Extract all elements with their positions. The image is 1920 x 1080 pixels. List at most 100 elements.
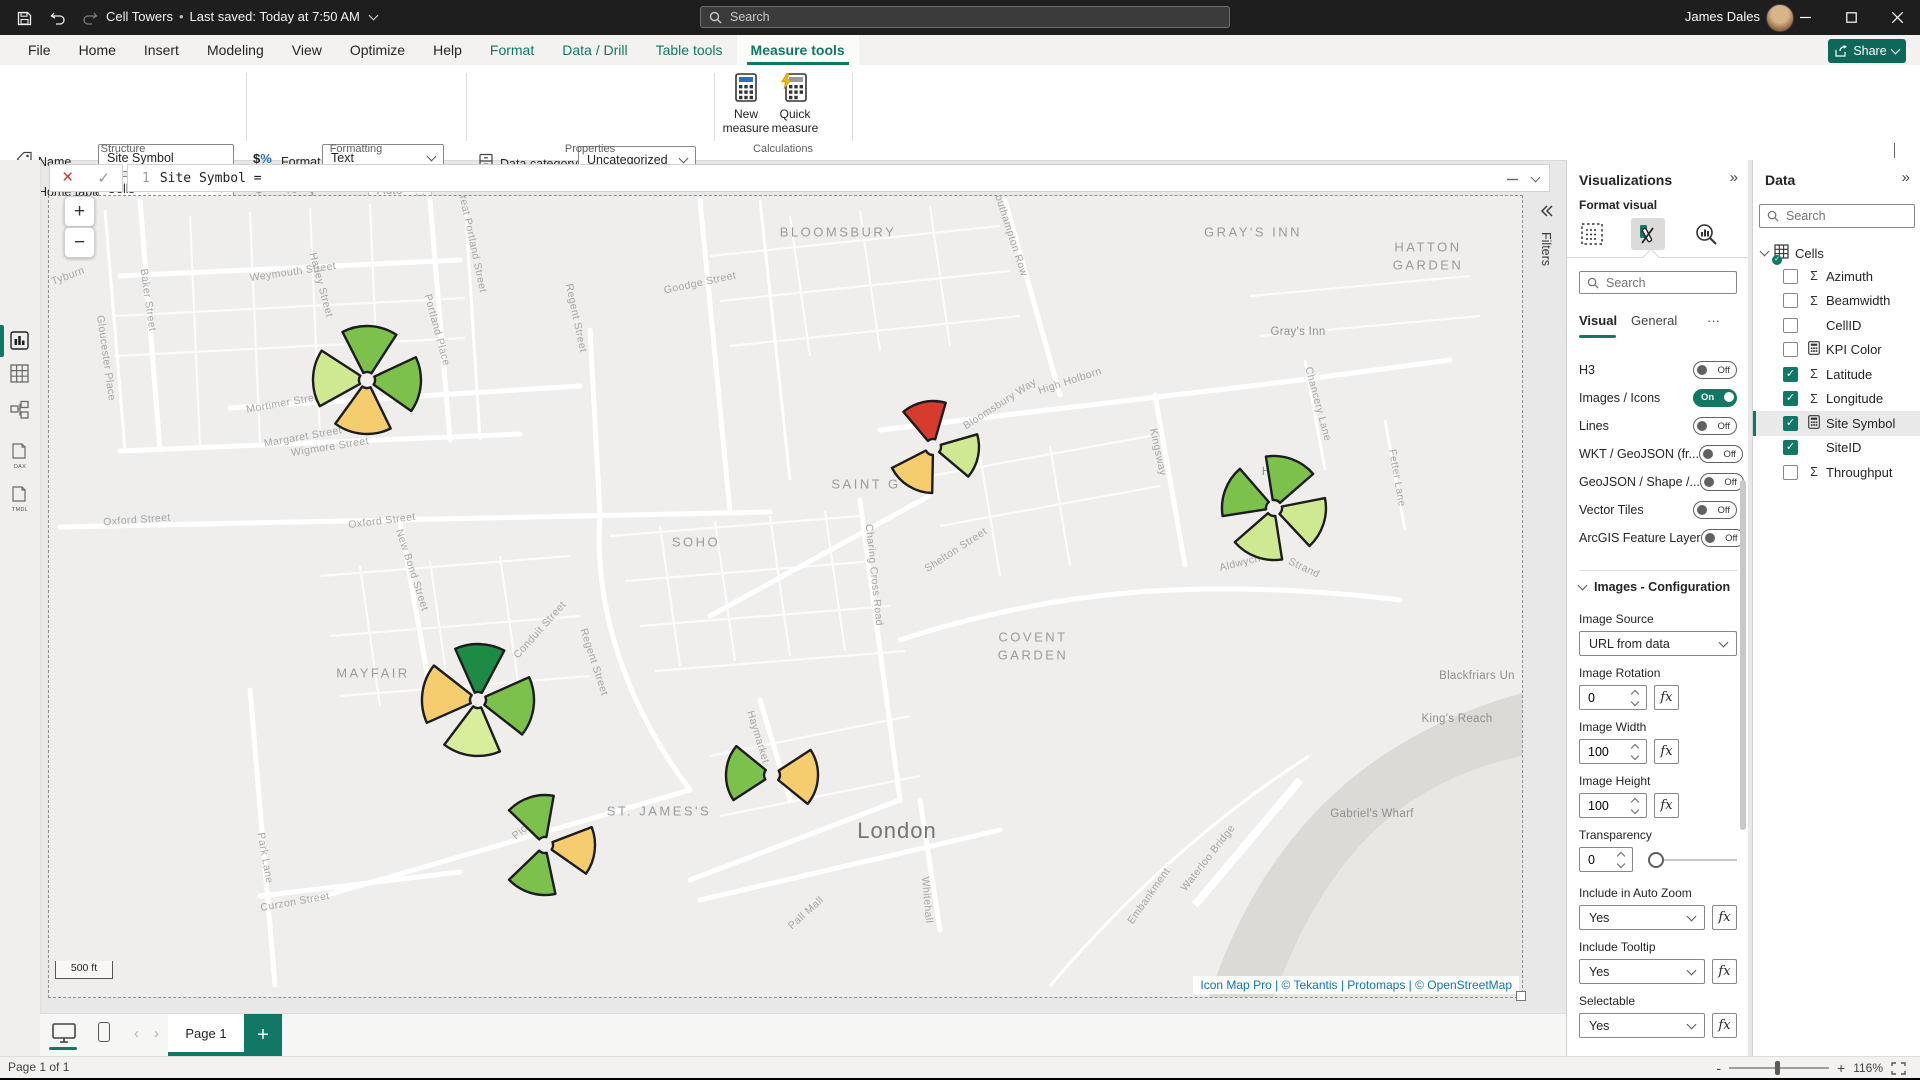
visual-resize-handle[interactable]	[1516, 991, 1526, 1001]
expand-filters-icon[interactable]	[1539, 204, 1555, 218]
table-view-icon[interactable]	[10, 364, 30, 384]
sector-wedge[interactable]	[778, 750, 818, 804]
sector-wedge[interactable]	[903, 401, 945, 441]
transparency-slider[interactable]	[1648, 852, 1737, 868]
previous-page-icon[interactable]: ‹	[134, 1025, 139, 1042]
checkbox-checked[interactable]: ✓	[1783, 391, 1798, 406]
dax-query-view-icon[interactable]: DAX	[10, 443, 30, 463]
sector-wedge[interactable]	[1235, 513, 1282, 560]
model-view-icon[interactable]	[10, 400, 30, 420]
zoom-slider-handle[interactable]	[1775, 1061, 1780, 1075]
document-title[interactable]: Cell Towers • Last saved: Today at 7:50 …	[106, 9, 377, 24]
cancel-formula-icon[interactable]: ×	[62, 168, 73, 187]
toggle-off[interactable]: Off	[1700, 473, 1744, 491]
format-visual-icon[interactable]	[1631, 218, 1665, 250]
config-number-input[interactable]: 100	[1579, 739, 1647, 764]
ribbon-tab-format[interactable]: Format	[476, 35, 548, 65]
field-row-kpi-color[interactable]: KPI Color	[1753, 338, 1920, 363]
ribbon-tab-optimize[interactable]: Optimize	[336, 35, 419, 65]
checkbox-unchecked[interactable]	[1783, 465, 1798, 480]
toggle-off[interactable]: Off	[1701, 529, 1745, 547]
page-tab[interactable]: Page 1	[168, 1014, 244, 1056]
checkbox-unchecked[interactable]	[1783, 318, 1798, 333]
minimize-button[interactable]	[1782, 0, 1828, 35]
redo-icon[interactable]	[80, 8, 100, 28]
toggle-on[interactable]: On	[1693, 389, 1737, 407]
ribbon-tab-measure-tools[interactable]: Measure tools	[737, 35, 859, 65]
ribbon-tab-file[interactable]: File	[14, 35, 65, 65]
filters-pane-collapsed[interactable]: Filters	[1531, 196, 1563, 997]
formula-bar[interactable]: 1 Site Symbol =	[127, 164, 1550, 192]
config-dropdown[interactable]: Yes	[1579, 905, 1705, 930]
icon-map-visual[interactable]: BLOOMSBURYGRAY'S INNHATTONGARDENGray's I…	[49, 196, 1522, 997]
sector-wedge[interactable]	[374, 357, 421, 411]
cell-tower-site-marker[interactable]	[313, 326, 421, 434]
sector-wedge[interactable]	[892, 451, 933, 493]
map-zoom-out-button[interactable]: −	[64, 227, 95, 258]
add-page-button[interactable]: +	[244, 1014, 282, 1056]
config-dropdown[interactable]: Yes	[1579, 959, 1705, 984]
field-row-siteid[interactable]: ✓SiteID	[1753, 436, 1920, 461]
checkbox-unchecked[interactable]	[1783, 293, 1798, 308]
zoom-slider[interactable]	[1729, 1067, 1829, 1069]
cell-tower-site-marker[interactable]	[726, 746, 818, 804]
fx-button[interactable]: fx	[1712, 1013, 1737, 1038]
map-zoom-in-button[interactable]: +	[64, 196, 95, 227]
config-number-input[interactable]: 100	[1579, 793, 1647, 818]
sector-wedge[interactable]	[1222, 469, 1269, 516]
sector-wedge[interactable]	[343, 326, 397, 373]
config-number-input[interactable]: 0	[1579, 685, 1647, 710]
collapse-panel-icon[interactable]: »	[1730, 169, 1738, 186]
expand-formula-bar-icon[interactable]	[1531, 173, 1541, 183]
tmdl-view-icon[interactable]: TMDL	[10, 486, 30, 506]
field-row-latitude[interactable]: ✓ΣLatitude	[1753, 362, 1920, 387]
ribbon-tab-modeling[interactable]: Modeling	[193, 35, 278, 65]
ribbon-tab-home[interactable]: Home	[65, 35, 130, 65]
next-page-icon[interactable]: ›	[154, 1025, 159, 1042]
sector-wedge[interactable]	[726, 746, 766, 800]
sector-wedge[interactable]	[509, 795, 554, 839]
ribbon-tab-table-tools[interactable]: Table tools	[642, 35, 737, 65]
build-visual-icon[interactable]	[1575, 218, 1609, 250]
sector-wedge[interactable]	[444, 706, 500, 756]
checkbox-unchecked[interactable]	[1783, 342, 1798, 357]
fx-button[interactable]: fx	[1712, 905, 1737, 930]
field-row-throughput[interactable]: ΣThroughput	[1753, 460, 1920, 485]
ribbon-tab-insert[interactable]: Insert	[130, 35, 193, 65]
tab-general[interactable]: General	[1631, 313, 1677, 328]
ribbon-tab-data-drill[interactable]: Data / Drill	[548, 35, 641, 65]
checkbox-checked[interactable]: ✓	[1783, 367, 1798, 382]
data-search-input[interactable]: Search	[1759, 204, 1915, 228]
cell-tower-site-marker[interactable]	[422, 644, 534, 756]
field-row-beamwidth[interactable]: ΣBeamwidth	[1753, 289, 1920, 314]
cell-tower-site-marker[interactable]	[509, 795, 595, 895]
fx-button[interactable]: fx	[1654, 739, 1679, 764]
checkbox-checked[interactable]: ✓	[1783, 416, 1798, 431]
share-button[interactable]: Share	[1828, 39, 1906, 63]
toggle-off[interactable]: Off	[1693, 417, 1737, 435]
commit-formula-icon[interactable]: ✓	[97, 169, 110, 187]
save-icon[interactable]	[14, 8, 34, 28]
sector-wedge[interactable]	[1266, 456, 1313, 503]
table-node-cells[interactable]: ✓ Cells	[1761, 244, 1824, 262]
tab-more[interactable]: ···	[1707, 313, 1720, 328]
field-row-cellid[interactable]: CellID	[1753, 313, 1920, 338]
fit-to-page-icon[interactable]	[1891, 1062, 1906, 1075]
sector-wedge[interactable]	[484, 677, 534, 734]
ribbon-tab-view[interactable]: View	[278, 35, 336, 65]
collapse-panel-icon[interactable]: »	[1902, 169, 1910, 186]
quick-measure-button[interactable]: Quick measure	[766, 73, 824, 135]
undo-icon[interactable]	[48, 8, 68, 28]
sector-wedge[interactable]	[509, 851, 555, 895]
sector-wedge[interactable]	[939, 434, 979, 476]
fx-button[interactable]: fx	[1712, 959, 1737, 984]
cell-tower-site-marker[interactable]	[892, 401, 979, 493]
map-attribution[interactable]: Icon Map Pro | © Tekantis | Protomaps | …	[1193, 976, 1519, 994]
zoom-in-icon[interactable]: +	[1837, 1060, 1845, 1076]
tab-visual[interactable]: Visual	[1579, 313, 1617, 328]
sector-wedge[interactable]	[455, 644, 504, 693]
field-row-site-symbol[interactable]: ✓Site Symbol	[1753, 411, 1920, 436]
checkbox-checked[interactable]: ✓	[1783, 440, 1798, 455]
config-number-input[interactable]: 0	[1579, 847, 1633, 872]
config-dropdown[interactable]: URL from data	[1579, 631, 1737, 656]
